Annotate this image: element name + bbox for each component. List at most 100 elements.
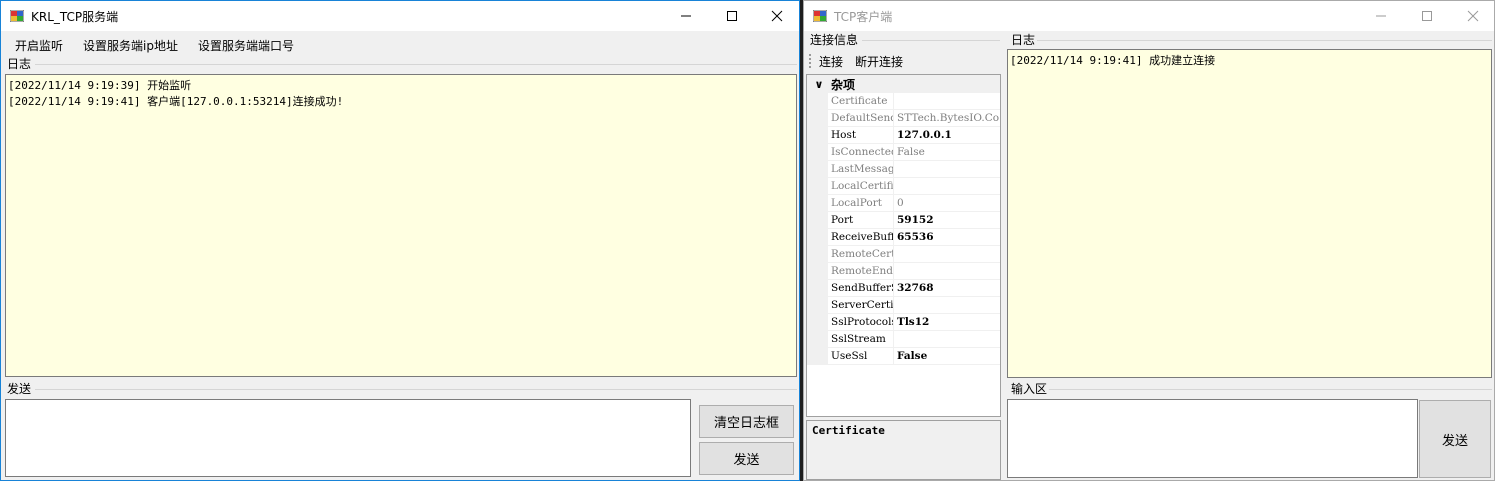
property-value[interactable]: Tls12 (894, 314, 1000, 330)
property-row[interactable]: LastMessage (807, 161, 1000, 178)
property-row[interactable]: LocalCertificate (807, 178, 1000, 195)
chevron-down-icon[interactable]: ∨ (807, 78, 831, 91)
close-button[interactable] (754, 1, 799, 31)
property-value[interactable] (894, 246, 1000, 262)
maximize-button[interactable] (709, 1, 755, 31)
app-icon (813, 10, 827, 22)
close-button[interactable] (1450, 1, 1494, 31)
row-gutter (807, 110, 828, 126)
row-gutter (807, 246, 828, 262)
log-group-label: 日志 (7, 57, 32, 71)
property-value[interactable] (894, 178, 1000, 194)
property-row[interactable]: SslStream (807, 331, 1000, 348)
property-value[interactable]: 59152 (894, 212, 1000, 228)
property-name: DefaultSender (828, 110, 894, 126)
divider (1037, 40, 1492, 41)
menu-start-listen[interactable]: 开启监听 (15, 37, 63, 54)
property-value[interactable]: 127.0.0.1 (894, 127, 1000, 143)
send-button[interactable]: 发送 (699, 442, 794, 475)
connect-button[interactable]: 连接 (819, 53, 843, 70)
row-gutter (807, 144, 828, 160)
maximize-icon (1422, 11, 1432, 21)
property-row[interactable]: LocalPort 0 (807, 195, 1000, 212)
menu-bar: 开启监听 设置服务端ip地址 设置服务端端口号 (1, 32, 799, 56)
server-titlebar[interactable]: KRL_TCP服务端 (1, 1, 799, 31)
minimize-button[interactable] (663, 1, 709, 31)
property-category[interactable]: ∨ 杂项 (807, 75, 1000, 93)
row-gutter (807, 127, 828, 143)
toolstrip-grip[interactable] (809, 54, 811, 68)
category-label: 杂项 (831, 77, 856, 92)
property-row[interactable]: ReceiveBufferSize65536 (807, 229, 1000, 246)
property-value[interactable] (894, 297, 1000, 313)
client-titlebar[interactable]: TCP客户端 (804, 1, 1494, 31)
divider (1049, 389, 1492, 390)
row-gutter (807, 280, 828, 296)
minimize-button[interactable] (1358, 1, 1404, 31)
property-description: Certificate (806, 420, 1001, 480)
property-name: UseSsl (828, 348, 894, 364)
property-name: LastMessage (828, 161, 894, 177)
clear-log-button[interactable]: 清空日志框 (699, 405, 794, 438)
maximize-icon (727, 11, 737, 21)
property-row[interactable]: RemoteCertificate (807, 246, 1000, 263)
property-name: RemoteCertificate (828, 246, 894, 262)
menu-set-port[interactable]: 设置服务端端口号 (198, 37, 294, 54)
toolstrip: 连接 断开连接 (806, 50, 1001, 72)
client-send-button[interactable]: 发送 (1419, 400, 1491, 478)
property-value[interactable]: STTech.BytesIO.Co (894, 110, 1000, 126)
window-title: KRL_TCP服务端 (31, 10, 119, 24)
property-name: ServerCertificate (828, 297, 894, 313)
property-value[interactable] (894, 93, 1000, 109)
property-value[interactable]: False (894, 348, 1000, 364)
property-row[interactable]: Port 59152 (807, 212, 1000, 229)
minimize-icon (1376, 15, 1386, 17)
property-value[interactable]: 65536 (894, 229, 1000, 245)
property-row[interactable]: ServerCertificate (807, 297, 1000, 314)
property-name: RemoteEndPoint (828, 263, 894, 279)
property-row[interactable]: Certificate (807, 93, 1000, 110)
row-gutter (807, 263, 828, 279)
divider (35, 389, 797, 390)
property-rows: CertificateDefaultSenderSTTech.BytesIO.C… (807, 93, 1000, 365)
maximize-button[interactable] (1404, 1, 1450, 31)
property-row[interactable]: DefaultSenderSTTech.BytesIO.Co (807, 110, 1000, 127)
property-name: Certificate (828, 93, 894, 109)
property-value[interactable]: False (894, 144, 1000, 160)
property-row[interactable]: SendBufferSize32768 (807, 280, 1000, 297)
property-value[interactable]: 0 (894, 195, 1000, 211)
send-input[interactable] (5, 399, 691, 477)
property-row[interactable]: RemoteEndPoint (807, 263, 1000, 280)
input-group-label: 输入区 (1011, 382, 1048, 396)
property-name: ReceiveBufferSize (828, 229, 894, 245)
property-row[interactable]: Host 127.0.0.1 (807, 127, 1000, 144)
row-gutter (807, 195, 828, 211)
connection-info-label: 连接信息 (810, 33, 859, 47)
property-name: SendBufferSize (828, 280, 894, 296)
app-icon (10, 10, 24, 22)
server-log-textbox[interactable]: [2022/11/14 9:19:39] 开始监听 [2022/11/14 9:… (5, 74, 797, 377)
property-grid[interactable]: ∨ 杂项 CertificateDefaultSenderSTTech.Byte… (806, 74, 1001, 417)
property-value[interactable]: 32768 (894, 280, 1000, 296)
property-row[interactable]: SslProtocols Tls12 (807, 314, 1000, 331)
property-value[interactable] (894, 161, 1000, 177)
close-icon (771, 10, 783, 22)
row-gutter (807, 297, 828, 313)
client-input[interactable] (1007, 399, 1418, 478)
row-gutter (807, 161, 828, 177)
property-name: SslProtocols (828, 314, 894, 330)
disconnect-button[interactable]: 断开连接 (855, 53, 903, 70)
row-gutter (807, 212, 828, 228)
menu-set-ip[interactable]: 设置服务端ip地址 (83, 37, 178, 54)
property-row[interactable]: IsConnected False (807, 144, 1000, 161)
property-value[interactable] (894, 263, 1000, 279)
divider (862, 40, 1000, 41)
log-line: [2022/11/14 9:19:41] 成功建立连接 (1010, 54, 1216, 67)
property-value[interactable] (894, 331, 1000, 347)
property-name: SslStream (828, 331, 894, 347)
property-row[interactable]: UseSsl False (807, 348, 1000, 365)
window-title: TCP客户端 (834, 10, 893, 24)
client-log-textbox[interactable]: [2022/11/14 9:19:41] 成功建立连接 (1007, 49, 1492, 378)
row-gutter (807, 229, 828, 245)
description-title: Certificate (812, 424, 885, 437)
